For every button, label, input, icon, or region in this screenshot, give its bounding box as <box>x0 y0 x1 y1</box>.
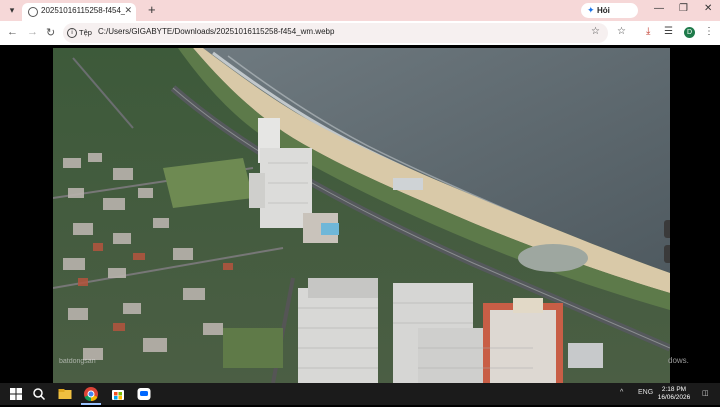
prev-image-handle[interactable] <box>664 245 670 263</box>
maximize-icon[interactable]: ❐ <box>679 3 688 14</box>
tab-title: 20251016115258-f454_wm.webp <box>41 6 125 15</box>
close-icon[interactable]: ✕ <box>124 5 132 16</box>
site-info-chip[interactable]: i Tệp <box>67 26 92 40</box>
file-explorer-icon[interactable] <box>57 386 73 402</box>
star-icon[interactable]: ☆ <box>591 26 600 37</box>
clock[interactable]: 2:18 PM 16/06/2026 <box>654 386 694 402</box>
favicon-icon <box>28 7 38 17</box>
store-icon[interactable] <box>110 386 126 402</box>
chrome-icon[interactable] <box>83 386 99 402</box>
back-icon[interactable]: ← <box>7 26 18 38</box>
notification-icon[interactable]: ◫ <box>702 389 709 397</box>
tab-strip: ▾ 20251016115258-f454_wm.webp ✕ + ✦ Hỏi … <box>0 0 720 30</box>
watermark-text: batdongsan <box>59 358 96 365</box>
reading-list-icon[interactable]: ☰ <box>664 26 673 37</box>
site-chip-label: Tệp <box>79 28 92 37</box>
address-bar[interactable]: i Tệp C:/Users/GIGABYTE/Downloads/2025101… <box>63 23 608 43</box>
download-icon[interactable]: ⤓ <box>646 26 650 37</box>
language-indicator[interactable]: ENG <box>638 389 653 396</box>
image-viewer: batdongsan dows. <box>0 45 720 383</box>
search-icon[interactable] <box>31 386 47 402</box>
zalo-icon[interactable] <box>136 386 152 402</box>
menu-icon[interactable]: ⋮ <box>704 26 714 37</box>
tab-menu-icon[interactable]: ▾ <box>4 3 20 18</box>
info-icon: i <box>67 28 77 39</box>
aerial-photo: batdongsan <box>53 48 670 383</box>
active-tab[interactable]: 20251016115258-f454_wm.webp ✕ <box>22 3 136 21</box>
activate-windows-text: dows. <box>668 356 689 365</box>
taskbar: ^ ENG 2:18 PM 16/06/2026 ◫ <box>0 383 720 405</box>
next-image-handle[interactable] <box>664 220 670 238</box>
reload-icon[interactable]: ↻ <box>46 26 55 39</box>
sparkle-icon: ✦ <box>587 5 595 15</box>
clock-time: 2:18 PM <box>661 386 687 393</box>
windows-start-icon[interactable] <box>8 386 24 402</box>
plus-icon[interactable]: + <box>148 2 156 17</box>
clock-date: 16/06/2026 <box>657 394 691 401</box>
close-window-icon[interactable]: ✕ <box>704 3 712 14</box>
avatar[interactable]: D <box>684 27 695 38</box>
aerial-photo-drawing <box>53 48 670 383</box>
url-text[interactable]: C:/Users/GIGABYTE/Downloads/202510161152… <box>98 27 334 36</box>
forward-icon[interactable]: → <box>27 26 38 38</box>
browser-toolbar: ← → ↻ i Tệp C:/Users/GIGABYTE/Downloads/2… <box>0 21 720 45</box>
ask-gemini-button[interactable]: ✦ Hỏi Gemini <box>581 3 638 30</box>
extensions-icon[interactable]: ☆ <box>617 26 626 37</box>
minimize-icon[interactable]: — <box>654 3 664 14</box>
chevron-up-icon[interactable]: ^ <box>620 389 623 396</box>
